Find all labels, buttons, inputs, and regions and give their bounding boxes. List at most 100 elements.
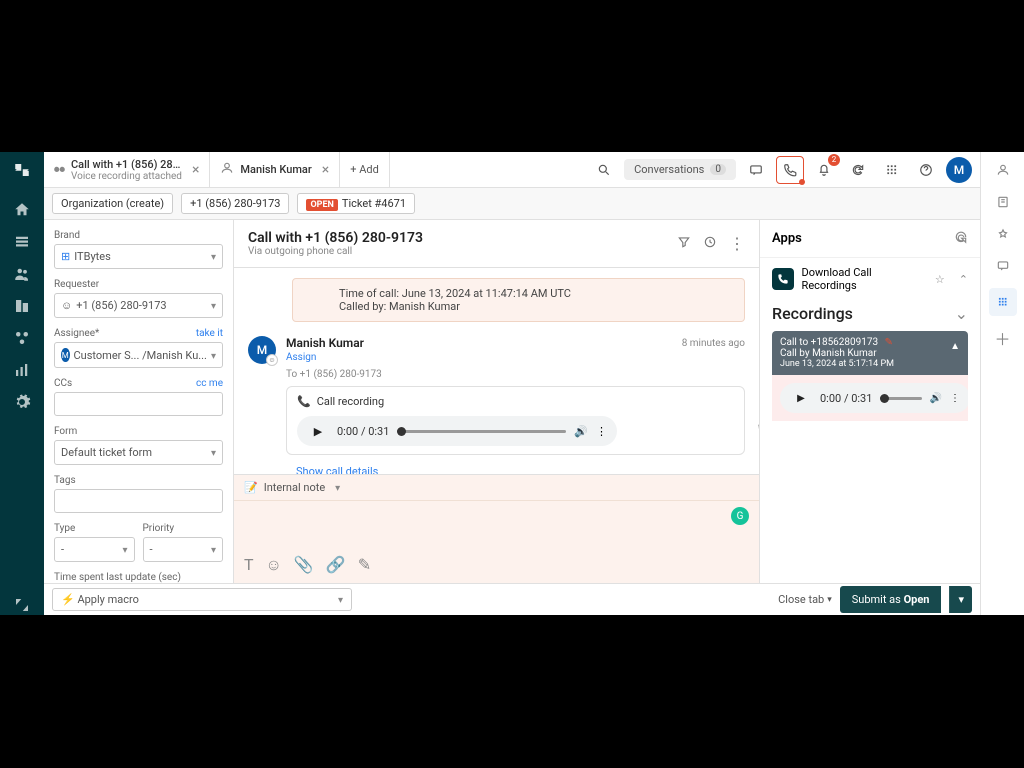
text-format-icon[interactable]: T bbox=[244, 555, 254, 575]
cc-me-link[interactable]: cc me bbox=[196, 378, 223, 389]
type-select[interactable]: - bbox=[54, 537, 135, 562]
filter-icon[interactable] bbox=[677, 234, 691, 253]
submit-button[interactable]: Submit as Open bbox=[840, 586, 942, 613]
add-tab-button[interactable]: + Add bbox=[340, 152, 390, 187]
assign-link[interactable]: Assign bbox=[286, 352, 316, 363]
close-tab-button[interactable]: Close tab▾ bbox=[778, 593, 832, 606]
ccs-input[interactable] bbox=[54, 392, 223, 416]
chevron-down-icon[interactable]: ⌄ bbox=[955, 304, 968, 323]
apps-grid-icon[interactable] bbox=[878, 156, 906, 184]
organization-button[interactable]: Organization (create) bbox=[52, 193, 173, 214]
conversation-log: Time of call: June 13, 2024 at 11:47:14 … bbox=[234, 268, 759, 474]
apply-macro-select[interactable]: ⚡ Apply macro bbox=[52, 588, 352, 611]
ticket-form-select[interactable]: Default ticket form bbox=[54, 440, 223, 465]
chevron-down-icon bbox=[207, 250, 216, 263]
wand-icon[interactable]: ✎ bbox=[358, 555, 371, 575]
pin-icon[interactable]: ☆ bbox=[935, 273, 945, 286]
tab-user-profile[interactable]: Manish Kumar × bbox=[210, 152, 340, 187]
grammarly-icon[interactable]: G bbox=[731, 507, 749, 525]
help-icon[interactable] bbox=[912, 156, 940, 184]
commenter-avatar[interactable]: M☺ bbox=[248, 336, 276, 364]
priority-select[interactable]: - bbox=[143, 537, 224, 562]
apps-context-icon[interactable] bbox=[989, 288, 1017, 316]
audio-player[interactable]: ▶ 0:00 / 0:31 🔊 ⋮ bbox=[297, 416, 617, 446]
submit-dropdown-button[interactable]: ▾ bbox=[949, 586, 972, 613]
chat-icon[interactable] bbox=[742, 156, 770, 184]
close-icon[interactable]: × bbox=[192, 162, 199, 178]
show-call-details-link[interactable]: Show call details bbox=[286, 465, 745, 474]
events-icon[interactable] bbox=[703, 234, 717, 253]
tab-call-ticket[interactable]: ⏺⏺ Call with +1 (856) 280-9... Voice rec… bbox=[44, 152, 210, 187]
brand-select[interactable]: ⊞ ITBytes bbox=[54, 244, 223, 269]
zendesk-products-icon[interactable] bbox=[12, 595, 32, 615]
top-tabs-bar: ⏺⏺ Call with +1 (856) 280-9... Voice rec… bbox=[44, 152, 980, 188]
left-nav-rail bbox=[0, 152, 44, 615]
products-icon[interactable] bbox=[12, 328, 32, 348]
conversations-button[interactable]: Conversations 0 bbox=[624, 159, 736, 180]
ticket-number-pill[interactable]: OPENTicket #4671 bbox=[297, 193, 415, 214]
tags-input[interactable] bbox=[54, 489, 223, 513]
refresh-icon[interactable] bbox=[844, 156, 872, 184]
notifications-badge: 2 bbox=[828, 154, 840, 166]
apps-panel: Apps Download Call Recordings ☆ ⌃ Record… bbox=[760, 220, 980, 583]
ai-icon[interactable] bbox=[993, 224, 1013, 244]
comment-timestamp: 8 minutes ago bbox=[682, 338, 745, 349]
chevron-down-icon bbox=[207, 349, 216, 362]
add-context-icon[interactable]: ＋ bbox=[993, 328, 1013, 348]
commenter-name: Manish Kumar bbox=[286, 336, 364, 350]
chat-context-icon[interactable] bbox=[993, 256, 1013, 276]
app-icon bbox=[772, 268, 794, 290]
reporting-icon[interactable] bbox=[12, 360, 32, 380]
phone-number-pill[interactable]: +1 (856) 280-9173 bbox=[181, 193, 289, 214]
volume-icon[interactable]: 🔊 bbox=[574, 425, 588, 438]
close-icon[interactable]: × bbox=[322, 162, 329, 178]
plus-icon: + bbox=[350, 163, 356, 176]
triangle-up-icon: ▲ bbox=[950, 341, 960, 352]
audio-progress-bar[interactable] bbox=[397, 430, 566, 433]
customers-icon[interactable] bbox=[12, 264, 32, 284]
ticket-subtitle: Via outgoing phone call bbox=[248, 246, 423, 257]
link-icon[interactable]: 🔗 bbox=[326, 555, 346, 575]
notifications-icon[interactable]: 2 bbox=[810, 156, 838, 184]
more-icon[interactable]: ⋮ bbox=[729, 234, 745, 253]
composer-textarea[interactable]: G bbox=[234, 501, 759, 551]
audio-progress-bar[interactable] bbox=[880, 397, 921, 400]
status-badge: OPEN bbox=[306, 199, 337, 211]
knowledge-icon[interactable] bbox=[993, 192, 1013, 212]
emoji-icon[interactable]: ☺ bbox=[266, 555, 282, 575]
chevron-up-icon[interactable]: ⌃ bbox=[959, 273, 968, 286]
call-recording-card: 📞Call recording ▶ 0:00 / 0:31 🔊 ⋮ 🗑 bbox=[286, 386, 745, 455]
zendesk-logo-icon[interactable] bbox=[12, 160, 32, 180]
edit-icon[interactable]: ✎ bbox=[885, 337, 893, 348]
chevron-down-icon bbox=[207, 446, 216, 459]
audio-player[interactable]: ▶ 0:00 / 0:31 🔊 ⋮ bbox=[780, 383, 968, 413]
refresh-icon[interactable] bbox=[954, 230, 968, 247]
organizations-icon[interactable] bbox=[12, 296, 32, 316]
delete-icon[interactable]: 🗑 bbox=[756, 423, 759, 436]
attachment-icon[interactable]: 📎 bbox=[294, 555, 314, 575]
user-avatar[interactable]: M bbox=[946, 157, 972, 183]
chevron-down-icon[interactable] bbox=[331, 481, 340, 494]
admin-icon[interactable] bbox=[12, 392, 32, 412]
ticket-header: Call with +1 (856) 280-9173 Via outgoing… bbox=[234, 220, 759, 268]
user-icon: ☺ bbox=[61, 299, 72, 312]
audio-more-icon[interactable]: ⋮ bbox=[950, 393, 960, 404]
play-icon[interactable]: ▶ bbox=[790, 387, 812, 409]
requester-select[interactable]: ☺ +1 (856) 280-9173 bbox=[54, 293, 223, 318]
app-name: Download Call Recordings bbox=[802, 266, 927, 292]
search-icon[interactable] bbox=[590, 156, 618, 184]
call-info-card: Time of call: June 13, 2024 at 11:47:14 … bbox=[292, 278, 745, 322]
chevron-down-icon bbox=[207, 299, 216, 312]
composer-mode[interactable]: Internal note bbox=[264, 481, 325, 494]
phone-call-button[interactable] bbox=[776, 156, 804, 184]
app-download-call-recordings[interactable]: Download Call Recordings ☆ ⌃ bbox=[760, 258, 980, 300]
home-icon[interactable] bbox=[12, 200, 32, 220]
views-icon[interactable] bbox=[12, 232, 32, 252]
assignee-select[interactable]: M Customer S... /Manish Ku... bbox=[54, 342, 223, 368]
user-context-icon[interactable] bbox=[993, 160, 1013, 180]
audio-more-icon[interactable]: ⋮ bbox=[596, 425, 607, 438]
take-it-link[interactable]: take it bbox=[196, 328, 223, 339]
recording-card-header[interactable]: Call to +18562809173 ✎ Call by Manish Ku… bbox=[772, 331, 968, 375]
volume-icon[interactable]: 🔊 bbox=[930, 393, 942, 404]
play-icon[interactable]: ▶ bbox=[307, 420, 329, 442]
